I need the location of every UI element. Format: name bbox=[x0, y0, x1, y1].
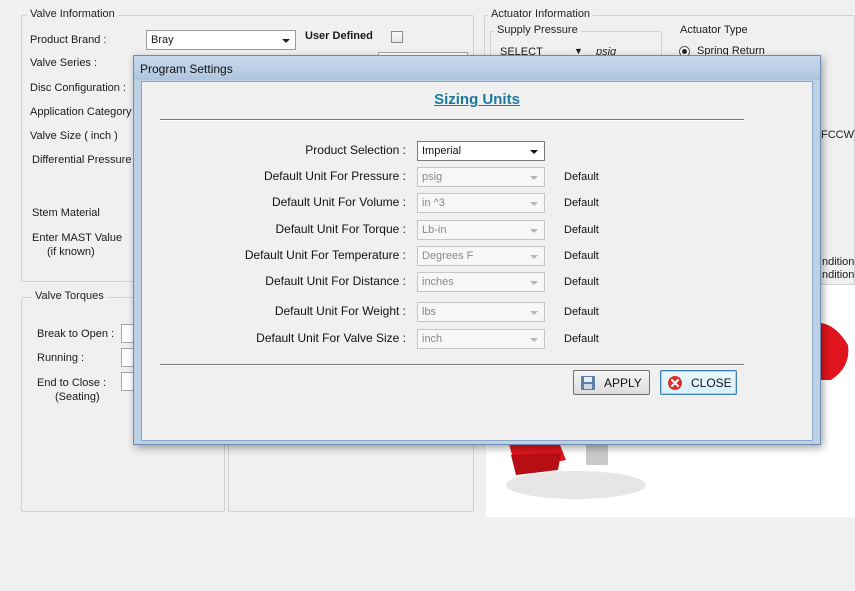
floppy-disk-icon bbox=[580, 375, 596, 391]
condition-fragment-1: ndition bbox=[822, 256, 855, 268]
torque-default-label: Default bbox=[564, 224, 599, 236]
chevron-down-icon bbox=[530, 202, 538, 206]
dialog-titlebar[interactable]: Program Settings bbox=[134, 56, 820, 80]
weight-default-label: Default bbox=[564, 306, 599, 318]
volume-default-label: Default bbox=[564, 197, 599, 209]
sizing-units-heading: Sizing Units bbox=[434, 91, 520, 108]
program-settings-dialog: Program Settings Sizing Units Product Se… bbox=[133, 55, 821, 445]
distance-unit-select[interactable]: inches bbox=[417, 272, 545, 292]
valve-series-label: Valve Series : bbox=[30, 57, 98, 69]
product-selection-label: Product Selection : bbox=[305, 143, 406, 157]
volume-unit-value: in ^3 bbox=[422, 197, 445, 209]
chevron-down-icon bbox=[530, 176, 538, 180]
differential-pressure-label: Differential Pressure bbox=[32, 154, 132, 166]
weight-unit-value: lbs bbox=[422, 306, 437, 318]
user-defined-checkbox[interactable] bbox=[391, 31, 403, 43]
weight-unit-select[interactable]: lbs bbox=[417, 302, 545, 322]
if-known-label: (if known) bbox=[47, 246, 95, 258]
product-selection-select[interactable]: Imperial bbox=[417, 141, 545, 161]
pressure-unit-value: psig bbox=[422, 171, 443, 183]
pressure-unit-label: Default Unit For Pressure : bbox=[263, 169, 406, 183]
dialog-title: Program Settings bbox=[140, 62, 233, 76]
pressure-default-label: Default bbox=[564, 171, 599, 183]
chevron-down-icon bbox=[530, 338, 538, 342]
top-divider bbox=[160, 119, 744, 121]
valve-size-label: Valve Size ( inch ) bbox=[30, 130, 118, 142]
close-button[interactable]: CLOSE bbox=[660, 370, 737, 395]
end-to-close-label: End to Close : bbox=[37, 377, 107, 389]
pressure-unit-select[interactable]: psig bbox=[417, 167, 545, 187]
torque-unit-select[interactable]: Lb-in bbox=[417, 220, 545, 240]
product-brand-label: Product Brand : bbox=[30, 34, 107, 46]
seating-label: (Seating) bbox=[55, 391, 100, 403]
distance-unit-value: inches bbox=[422, 276, 454, 288]
enter-mast-label: Enter MAST Value bbox=[32, 232, 123, 244]
chevron-down-icon bbox=[530, 150, 538, 154]
temperature-unit-label: Default Unit For Temperature : bbox=[244, 248, 406, 262]
apply-label: APPLY bbox=[604, 375, 642, 390]
actuator-information-legend: Actuator Information bbox=[488, 8, 594, 20]
torque-unit-value: Lb-in bbox=[422, 224, 447, 236]
valve-information-legend: Valve Information bbox=[27, 8, 118, 20]
stem-material-label: Stem Material bbox=[32, 207, 100, 219]
bottom-divider bbox=[160, 364, 744, 366]
volume-unit-label: Default Unit For Volume : bbox=[271, 195, 406, 209]
volume-unit-select[interactable]: in ^3 bbox=[417, 193, 545, 213]
distance-unit-label: Default Unit For Distance : bbox=[265, 274, 406, 288]
temperature-unit-select[interactable]: Degrees F bbox=[417, 246, 545, 266]
chevron-down-icon bbox=[530, 281, 538, 285]
break-to-open-label: Break to Open : bbox=[37, 328, 115, 340]
torque-unit-label: Default Unit For Torque : bbox=[275, 222, 406, 236]
close-label: CLOSE bbox=[691, 375, 732, 390]
valve-torques-legend: Valve Torques bbox=[32, 290, 107, 302]
chevron-down-icon bbox=[530, 311, 538, 315]
valve-size-unit-select[interactable]: inch bbox=[417, 329, 545, 349]
distance-default-label: Default bbox=[564, 276, 599, 288]
valve-size-unit-label: Default Unit For Valve Size : bbox=[256, 331, 406, 345]
fccw-fragment: FCCW) bbox=[821, 129, 855, 141]
chevron-down-icon bbox=[282, 39, 290, 43]
radio-dot-icon bbox=[682, 49, 687, 54]
running-label: Running : bbox=[37, 352, 85, 364]
close-icon bbox=[667, 375, 683, 391]
actuator-type-label: Actuator Type bbox=[680, 24, 748, 36]
supply-pressure-legend: Supply Pressure bbox=[494, 24, 581, 36]
dialog-client-area: Sizing Units Product Selection : Imperia… bbox=[141, 81, 813, 441]
temperature-default-label: Default bbox=[564, 250, 599, 262]
valve-size-unit-value: inch bbox=[422, 333, 443, 345]
apply-button[interactable]: APPLY bbox=[573, 370, 650, 395]
product-brand-value: Bray bbox=[151, 34, 174, 46]
chevron-down-icon bbox=[530, 255, 538, 259]
chevron-down-icon bbox=[530, 229, 538, 233]
temperature-unit-value: Degrees F bbox=[422, 250, 474, 262]
application-category-label: Application Category bbox=[30, 106, 132, 118]
valve-size-default-label: Default bbox=[564, 333, 599, 345]
product-brand-select[interactable]: Bray bbox=[146, 30, 296, 50]
weight-unit-label: Default Unit For Weight : bbox=[274, 304, 406, 318]
product-selection-value: Imperial bbox=[422, 145, 462, 157]
user-defined-label: User Defined bbox=[305, 30, 373, 42]
condition-fragment-2: ndition bbox=[822, 269, 855, 281]
disc-configuration-label: Disc Configuration : bbox=[30, 82, 126, 94]
